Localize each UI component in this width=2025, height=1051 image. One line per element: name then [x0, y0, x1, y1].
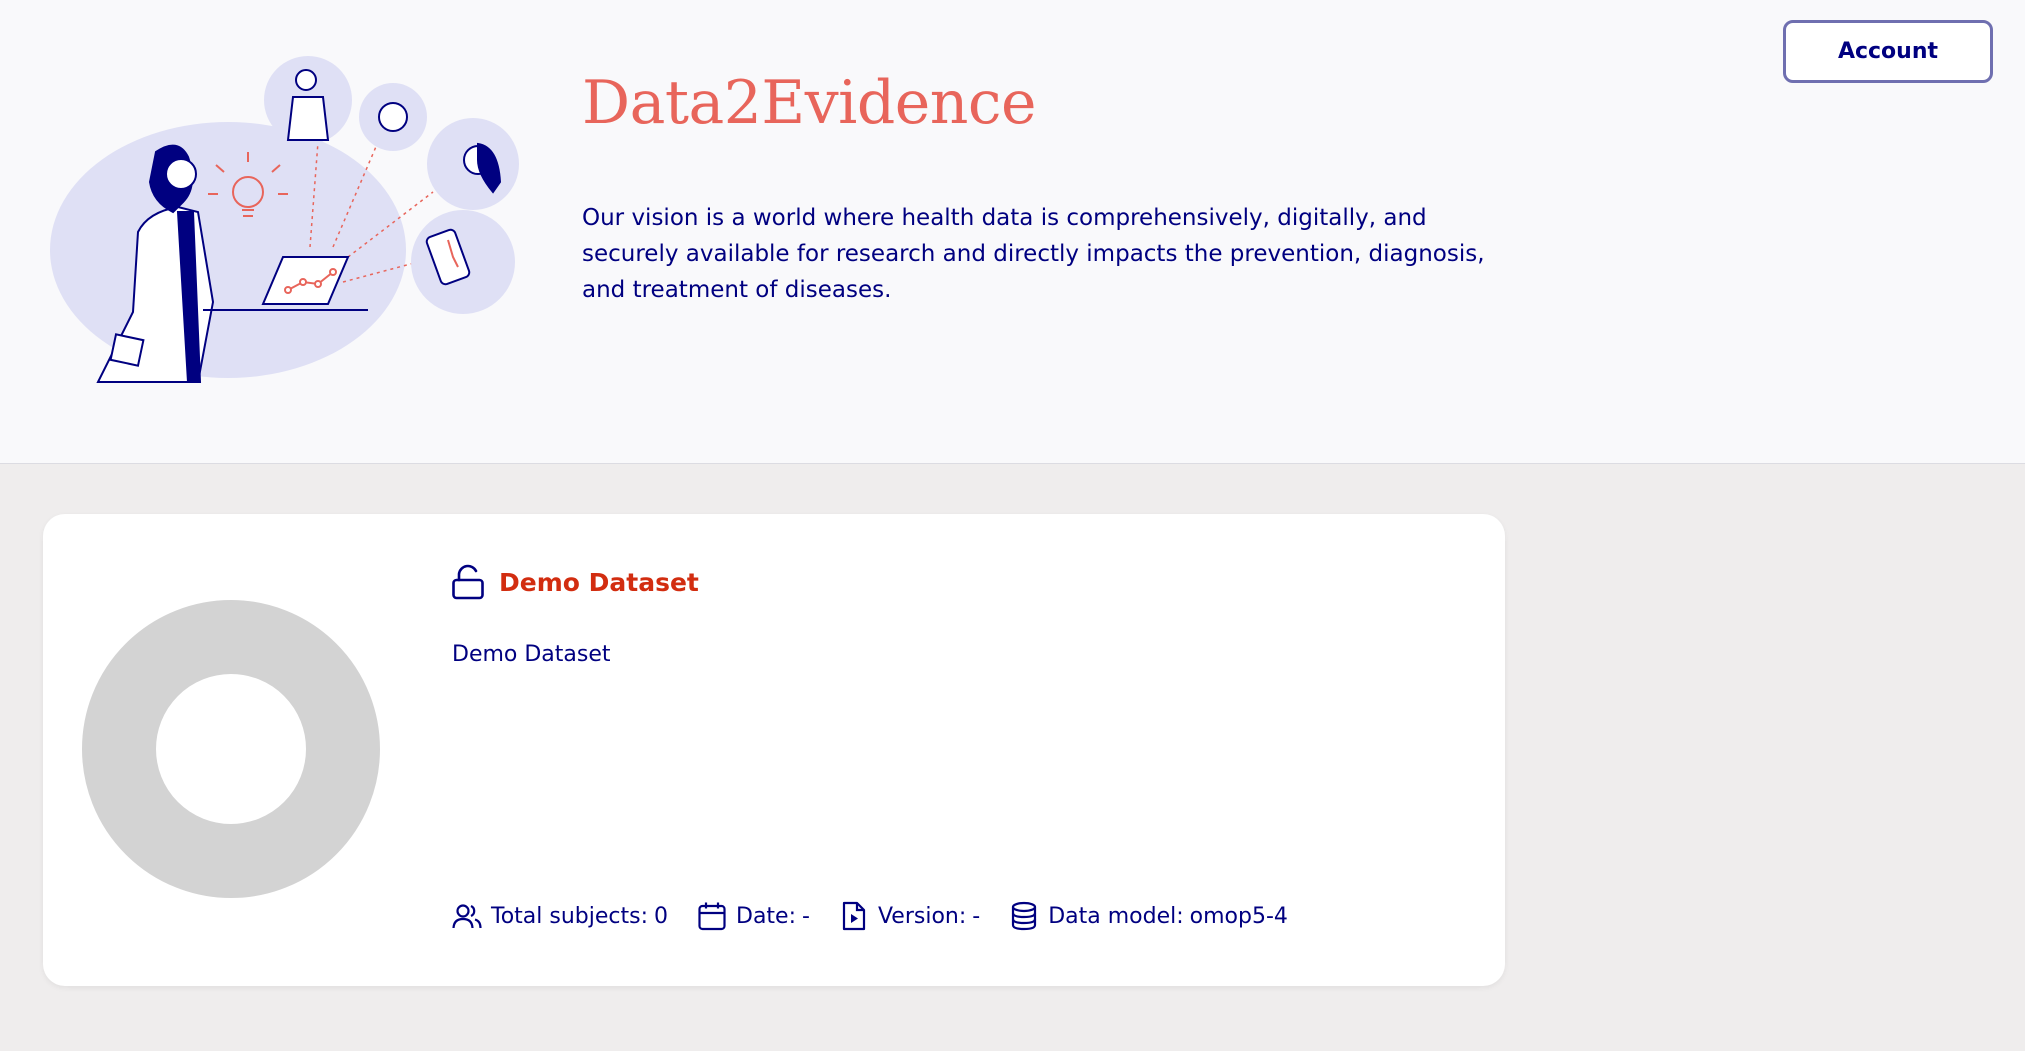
dataset-donut-chart [82, 600, 380, 898]
version-label: Version: [877, 903, 967, 929]
dataset-card[interactable]: Demo Dataset Demo Dataset Total subjects… [43, 514, 1505, 986]
calendar-icon [698, 902, 726, 931]
donut-ring [82, 600, 380, 898]
total-subjects-label: Total subjects: [491, 903, 648, 929]
dataset-title-row: Demo Dataset [451, 564, 699, 600]
data-model-value: omop5-4 [1189, 903, 1288, 929]
account-button[interactable]: Account [1783, 20, 1993, 83]
meta-data-model: Data model: omop5-4 [1008, 900, 1288, 932]
users-icon [452, 904, 482, 929]
dataset-meta: Total subjects: 0 Date: - Version: - Dat… [451, 900, 1316, 932]
meta-total-subjects: Total subjects: 0 [451, 900, 668, 932]
data-model-label: Data model: [1048, 903, 1184, 929]
vision-statement: Our vision is a world where health data … [582, 205, 1485, 303]
dataset-description: Demo Dataset [452, 642, 611, 667]
meta-date: Date: - [696, 900, 810, 932]
app-title: Data2Evidence [582, 68, 1037, 138]
hero-illustration [50, 56, 519, 383]
file-play-icon [842, 901, 866, 931]
page-header: Data2Evidence Our vision is a world wher… [0, 0, 2025, 464]
total-subjects-value: 0 [654, 903, 668, 929]
meta-version: Version: - [838, 900, 980, 932]
database-icon [1012, 901, 1037, 931]
dataset-title[interactable]: Demo Dataset [499, 568, 699, 597]
date-label: Date: [736, 903, 796, 929]
date-value: - [802, 903, 810, 929]
version-value: - [972, 903, 981, 929]
lock-open-icon [452, 564, 484, 600]
